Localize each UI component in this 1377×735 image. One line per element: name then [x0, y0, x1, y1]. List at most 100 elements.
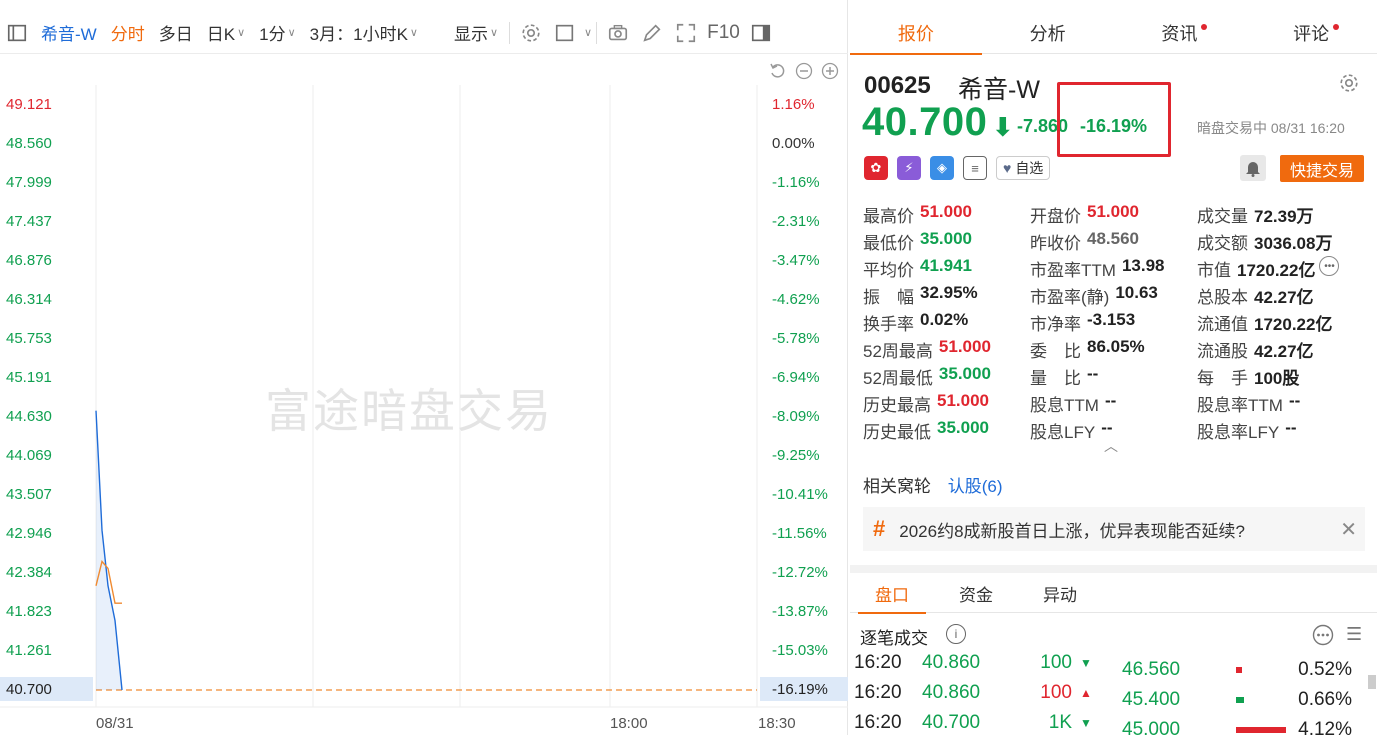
- stat-label: 市盈率(静): [1030, 288, 1110, 307]
- tab-intraday[interactable]: 分时: [104, 12, 152, 54]
- price-tick: 40.700: [6, 681, 52, 698]
- list-icon[interactable]: ☰: [1346, 624, 1362, 645]
- tab-analysis-label: 分析: [1029, 24, 1066, 44]
- stat-label: 量 比: [1030, 369, 1081, 388]
- stat-value: --: [1285, 418, 1297, 437]
- stats-row: 最高价 51.000 开盘价 51.000 成交量 72.39万: [863, 201, 1373, 228]
- price-tick: 41.261: [6, 642, 52, 659]
- trade-price: 40.860: [922, 652, 981, 673]
- highlight-annotation-box: [1057, 82, 1171, 157]
- stats-row: 换手率 0.02% 市净率 -3.153 流通值 1720.22亿: [863, 309, 1373, 336]
- more-icon[interactable]: •••: [1319, 256, 1340, 276]
- add-watchlist-button[interactable]: ♥ 自选: [996, 156, 1051, 180]
- stat-label: 股息率LFY: [1197, 423, 1280, 442]
- chart-series: [95, 410, 123, 691]
- stat-value: 13.98: [1121, 256, 1165, 275]
- price-tick: 46.876: [6, 252, 52, 269]
- chevron-down-icon[interactable]: ∨: [584, 26, 592, 39]
- tab-orderbook[interactable]: 盘口: [850, 573, 934, 614]
- stat-value: 42.27亿: [1254, 288, 1314, 307]
- heart-icon: ♥: [1003, 160, 1012, 176]
- settings-gear-icon[interactable]: [514, 12, 548, 54]
- price-tick: 42.946: [6, 525, 52, 542]
- triangle-down-icon: ▼: [1080, 716, 1092, 730]
- tab-quote-label: 报价: [897, 24, 934, 44]
- tab-news[interactable]: 资讯: [1114, 12, 1246, 54]
- tab-multi-day[interactable]: 多日: [152, 12, 200, 54]
- drawing-box-icon[interactable]: [548, 12, 582, 54]
- f10-button[interactable]: F10: [703, 12, 744, 54]
- trade-time: 16:20: [854, 652, 902, 673]
- tab-capital[interactable]: 资金: [934, 573, 1018, 613]
- stat-cell: 振 幅 32.95%: [863, 283, 1030, 308]
- level-percent: 0.52%: [1298, 659, 1352, 680]
- notification-dot: [1201, 24, 1208, 30]
- stat-value: --: [1288, 391, 1301, 410]
- stock-code: 00625: [864, 72, 931, 99]
- settings-gear-icon[interactable]: [1338, 72, 1360, 99]
- bell-icon[interactable]: [1240, 155, 1266, 181]
- more-icon[interactable]: [1312, 624, 1334, 651]
- tab-daily-k[interactable]: 日K ∨: [200, 12, 252, 54]
- level-row: 45.400 0.66%: [1122, 685, 1362, 715]
- tag-icon[interactable]: ◈: [930, 156, 954, 180]
- stat-cell: 量 比 --: [1030, 364, 1197, 389]
- stats-row: 52周最高 51.000 委 比 86.05% 流通股 42.27亿: [863, 336, 1373, 363]
- panel-toggle-icon[interactable]: [744, 12, 778, 54]
- level-row: 46.560 0.52%: [1122, 655, 1362, 685]
- watermark: 富途暗盘交易: [265, 385, 553, 437]
- tab-3month-hourly[interactable]: 3月：1小时K ∨: [303, 12, 425, 54]
- stat-value: 1720.22亿: [1254, 315, 1333, 334]
- tab-quote[interactable]: 报价: [850, 12, 982, 55]
- quick-trade-button[interactable]: 快捷交易: [1280, 155, 1364, 182]
- news-banner[interactable]: # 2026约8成新股首日上涨，优异表现能否延续? ✕: [863, 507, 1365, 551]
- stat-cell: 昨收价 48.560: [1030, 229, 1197, 254]
- triangle-up-icon: ▲: [1080, 686, 1092, 700]
- related-label: 相关窝轮: [863, 477, 931, 496]
- warrants-link[interactable]: 认股(6): [948, 477, 1003, 496]
- stat-cell: 最低价 35.000: [863, 229, 1030, 254]
- intraday-chart[interactable]: 49.121 48.560 47.999 47.437 46.876 46.314 45.7…: [0, 55, 848, 735]
- stat-value: 42.27亿: [1254, 342, 1314, 361]
- stat-value: 51.000: [920, 202, 972, 221]
- stat-value: 51.000: [1087, 202, 1139, 221]
- chart-stock-name[interactable]: 希音-W: [34, 12, 104, 54]
- price-tick: 42.384: [6, 564, 52, 581]
- price-tick: 44.069: [6, 447, 52, 464]
- level-row: 45.000 4.12%: [1122, 715, 1362, 735]
- close-icon[interactable]: ✕: [1340, 517, 1357, 542]
- chart-panel: 希音-W 分时 多日 日K ∨ 1分 ∨ 3月：1小时K ∨ 显示 ∨ ∨ F1…: [0, 0, 848, 735]
- stats-row: 52周最低 35.000 量 比 -- 每 手 100股: [863, 363, 1373, 390]
- display-dropdown[interactable]: 显示 ∨: [447, 12, 505, 54]
- sidebar-toggle-icon[interactable]: [0, 12, 34, 54]
- level-volume-bar: [1236, 727, 1286, 733]
- stat-cell: 成交量 72.39万: [1197, 202, 1364, 227]
- level-volume-bar: [1236, 667, 1243, 673]
- fullscreen-icon[interactable]: [669, 12, 703, 54]
- margin-lightning-icon[interactable]: ⚡: [897, 156, 921, 180]
- tab-analysis[interactable]: 分析: [982, 12, 1114, 54]
- tab-1min[interactable]: 1分 ∨: [252, 12, 303, 54]
- stat-cell: 委 比 86.05%: [1030, 337, 1197, 362]
- price-tick: 41.823: [6, 603, 52, 620]
- info-icon[interactable]: i: [946, 624, 966, 644]
- camera-icon[interactable]: [601, 12, 635, 54]
- display-label: 显示: [453, 25, 488, 44]
- stat-cell: 历史最低 35.000: [863, 418, 1030, 443]
- percent-tick: -15.03%: [772, 642, 828, 659]
- price-tick: 43.507: [6, 486, 52, 503]
- tab-movements[interactable]: 异动: [1018, 573, 1102, 613]
- pencil-icon[interactable]: [635, 12, 669, 54]
- stats-row: 振 幅 32.95% 市盈率(静) 10.63 总股本 42.27亿: [863, 282, 1373, 309]
- stat-label: 最低价: [863, 234, 914, 253]
- stat-cell: 平均价 41.941: [863, 256, 1030, 281]
- chevron-up-icon[interactable]: ︿: [1104, 436, 1118, 456]
- stat-cell: 52周最高 51.000: [863, 337, 1030, 362]
- hashtag-icon: #: [873, 516, 886, 541]
- stat-cell: 流通值 1720.22亿: [1197, 310, 1364, 335]
- tab-comments[interactable]: 评论: [1245, 12, 1377, 54]
- hk-market-flag-icon[interactable]: ✿: [864, 156, 888, 180]
- document-icon[interactable]: ≡: [963, 156, 987, 180]
- scrollbar-thumb[interactable]: [1368, 675, 1376, 689]
- toolbar-divider: [596, 21, 598, 44]
